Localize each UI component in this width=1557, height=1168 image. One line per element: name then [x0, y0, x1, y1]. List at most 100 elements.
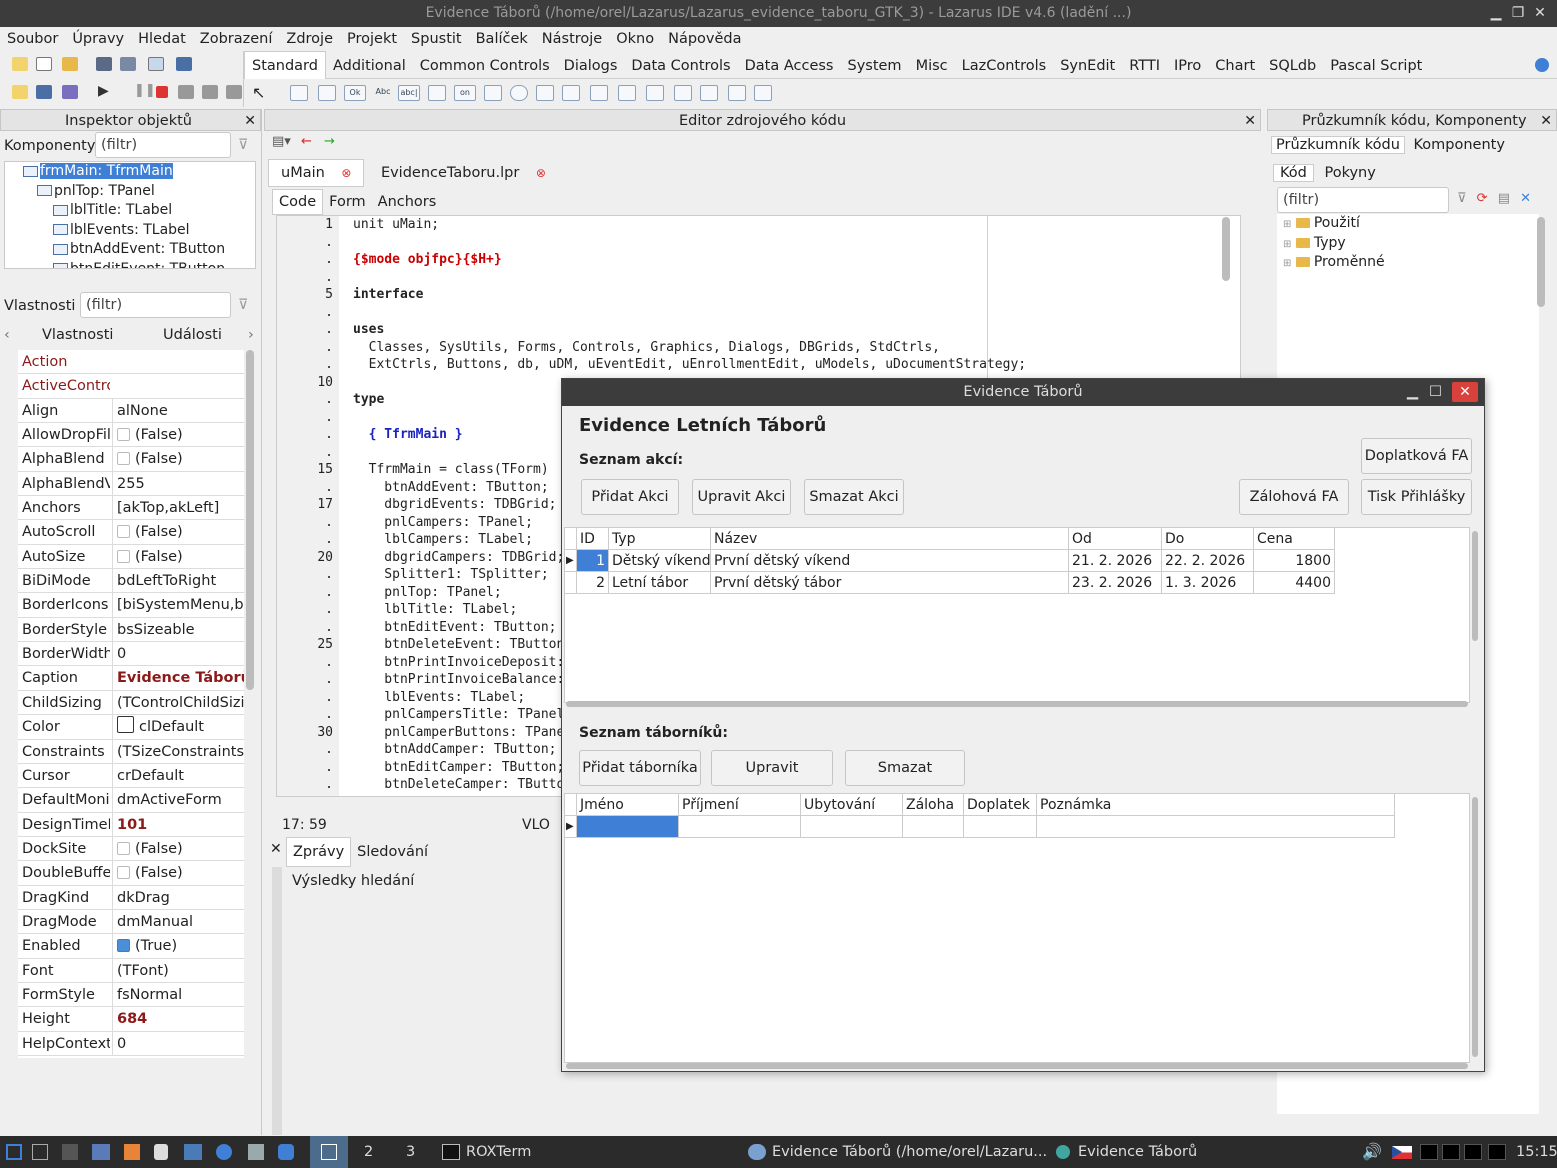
- selection-pointer-icon[interactable]: ↖: [252, 83, 265, 102]
- property-row[interactable]: DragMode dmManual: [18, 909, 244, 935]
- step-into-icon[interactable]: [178, 85, 194, 99]
- property-value[interactable]: dkDrag: [112, 885, 244, 910]
- menu-zdroje[interactable]: Zdroje: [279, 27, 340, 51]
- grid-cell[interactable]: [679, 816, 801, 838]
- tmainmenu-icon[interactable]: [290, 85, 308, 101]
- delete-event-button[interactable]: Smazat Akci: [804, 479, 904, 515]
- grid-cell[interactable]: 23. 2. 2026: [1069, 572, 1162, 594]
- checkbox[interactable]: [117, 428, 130, 442]
- property-value[interactable]: (TSizeConstraints): [112, 739, 244, 764]
- tab-scroll-right-icon[interactable]: ›: [248, 322, 254, 348]
- property-value[interactable]: bsSizeable: [112, 617, 244, 642]
- desktop-icon[interactable]: [62, 1144, 78, 1160]
- property-row[interactable]: +Constraints(TSizeConstraints): [18, 739, 244, 764]
- campers-grid-hscrollbar[interactable]: [566, 1063, 1468, 1069]
- events-grid-scrollbar[interactable]: [1472, 531, 1478, 641]
- code-line[interactable]: [353, 269, 1233, 287]
- task-roxterm[interactable]: ROXTerm: [466, 1136, 531, 1168]
- settings-icon[interactable]: ✕: [1520, 191, 1531, 206]
- task-evidence-taboru[interactable]: Evidence Táborů: [1078, 1136, 1197, 1168]
- messages-scrollbar[interactable]: [272, 867, 282, 1135]
- explorer-close-icon[interactable]: ✕: [1540, 110, 1552, 132]
- workspace-3[interactable]: 3: [406, 1136, 415, 1168]
- back-arrow-icon[interactable]: ←: [301, 134, 312, 149]
- property-row[interactable]: BorderWidth 0: [18, 642, 244, 667]
- step-out-icon[interactable]: [226, 85, 242, 99]
- palette-tab-standard[interactable]: Standard: [244, 51, 326, 80]
- property-row[interactable]: Height 684: [18, 1007, 244, 1032]
- grid-cell[interactable]: 1. 3. 2026: [1162, 572, 1254, 594]
- ttogglebox-icon[interactable]: on: [454, 85, 476, 101]
- menu-zobrazeni[interactable]: Zobrazení: [193, 27, 280, 51]
- grid-column-header[interactable]: Do: [1162, 528, 1254, 550]
- open-icon[interactable]: [62, 57, 78, 71]
- palette-tab-lazcontrols[interactable]: LazControls: [955, 52, 1054, 80]
- grid-cell[interactable]: 22. 2. 2026: [1162, 550, 1254, 572]
- minimize-icon[interactable]: ▁: [1485, 0, 1507, 27]
- palette-tab-dialogs[interactable]: Dialogs: [557, 52, 625, 80]
- property-scrollbar[interactable]: [246, 350, 254, 690]
- code-line[interactable]: ExtCtrls, Buttons, db, uDM, uEventEdit, …: [353, 356, 1233, 374]
- grid-cell[interactable]: 21. 2. 2026: [1069, 550, 1162, 572]
- grid-column-header[interactable]: Doplatek: [964, 794, 1037, 816]
- explorer-scrollbar[interactable]: [1537, 217, 1545, 307]
- lazarus-icon[interactable]: [278, 1144, 294, 1160]
- menu-napoveda[interactable]: Nápověda: [661, 27, 748, 51]
- grid-column-header[interactable]: Cena: [1254, 528, 1335, 550]
- grid-column-header[interactable]: Poznámka: [1037, 794, 1395, 816]
- mouse-icon[interactable]: [154, 1144, 168, 1160]
- tab-messages[interactable]: Zprávy: [286, 837, 352, 867]
- tree-item[interactable]: lblTitle: TLabel: [5, 201, 255, 221]
- property-row[interactable]: Action: [18, 350, 244, 375]
- edit-event-button[interactable]: Upravit Akci: [692, 479, 791, 515]
- property-value[interactable]: (False): [112, 447, 244, 472]
- browser-icon[interactable]: [216, 1144, 232, 1160]
- property-value[interactable]: 101: [112, 812, 244, 837]
- property-row[interactable]: DockSite (False): [18, 836, 244, 862]
- property-row[interactable]: AllowDropFiles(False): [18, 423, 244, 448]
- grid-column-header[interactable]: ID: [577, 528, 609, 550]
- tree-item-pouziti[interactable]: ⊞ Použití: [1277, 214, 1539, 234]
- campers-grid[interactable]: Jméno Příjmení Ubytování Záloha Doplatek Pozn…: [564, 793, 1470, 1063]
- tab-kod[interactable]: Kód: [1273, 164, 1314, 182]
- property-row[interactable]: Enabled (True): [18, 934, 244, 959]
- tray-icon-4[interactable]: [1488, 1144, 1506, 1160]
- code-line[interactable]: interface: [353, 286, 1233, 304]
- property-value[interactable]: 0: [112, 1031, 244, 1056]
- property-value[interactable]: dmActiveForm: [112, 788, 244, 813]
- code-line[interactable]: Classes, SysUtils, Forms, Controls, Grap…: [353, 339, 1233, 357]
- property-row[interactable]: +BorderIcons[biSystemMenu,biMinimize,biM…: [18, 593, 244, 618]
- property-value[interactable]: bdLeftToRight: [112, 569, 244, 594]
- tab-scroll-left-icon[interactable]: ‹: [4, 322, 10, 348]
- save-icon[interactable]: [96, 57, 112, 71]
- grid-column-header[interactable]: Název: [711, 528, 1069, 550]
- messages-close-icon[interactable]: ✕: [270, 841, 282, 857]
- checkbox[interactable]: [117, 525, 130, 539]
- new-unit-icon[interactable]: [12, 57, 28, 71]
- property-row[interactable]: ActiveControl: [18, 374, 244, 399]
- property-row[interactable]: +Font(TFont): [18, 958, 244, 983]
- delete-camper-button[interactable]: Smazat táborníka: [845, 750, 965, 810]
- pause-icon[interactable]: ❚❚: [134, 83, 156, 98]
- events-grid-hscrollbar[interactable]: [566, 701, 1468, 707]
- property-row[interactable]: Align alNone: [18, 398, 244, 424]
- subtab-form[interactable]: Form: [323, 190, 372, 214]
- bookmark-icon[interactable]: ▤▾: [272, 134, 291, 149]
- tab-components[interactable]: Komponenty: [1410, 137, 1509, 153]
- code-line[interactable]: unit uMain;: [353, 216, 1233, 234]
- menu-nastroje[interactable]: Nástroje: [535, 27, 609, 51]
- property-row[interactable]: Color clDefault: [18, 715, 244, 740]
- palette-tab-chart[interactable]: Chart: [1208, 52, 1262, 80]
- property-row[interactable]: Cursor crDefault: [18, 763, 244, 789]
- checkbox[interactable]: [117, 841, 130, 855]
- grid-cell[interactable]: [1037, 816, 1395, 838]
- view-units-icon[interactable]: [176, 57, 192, 71]
- grid-cell[interactable]: 4400: [1254, 572, 1335, 594]
- tab-search-results[interactable]: Výsledky hledání: [286, 867, 420, 895]
- forward-arrow-icon[interactable]: →: [324, 134, 335, 149]
- property-row[interactable]: DefaultMonitordmActiveForm: [18, 788, 244, 813]
- grid-cell[interactable]: První dětský víkend: [711, 550, 1069, 572]
- tradiobutton-icon[interactable]: [510, 85, 528, 101]
- subtab-anchors[interactable]: Anchors: [372, 190, 443, 214]
- grid-cell[interactable]: Letní tábor: [609, 572, 711, 594]
